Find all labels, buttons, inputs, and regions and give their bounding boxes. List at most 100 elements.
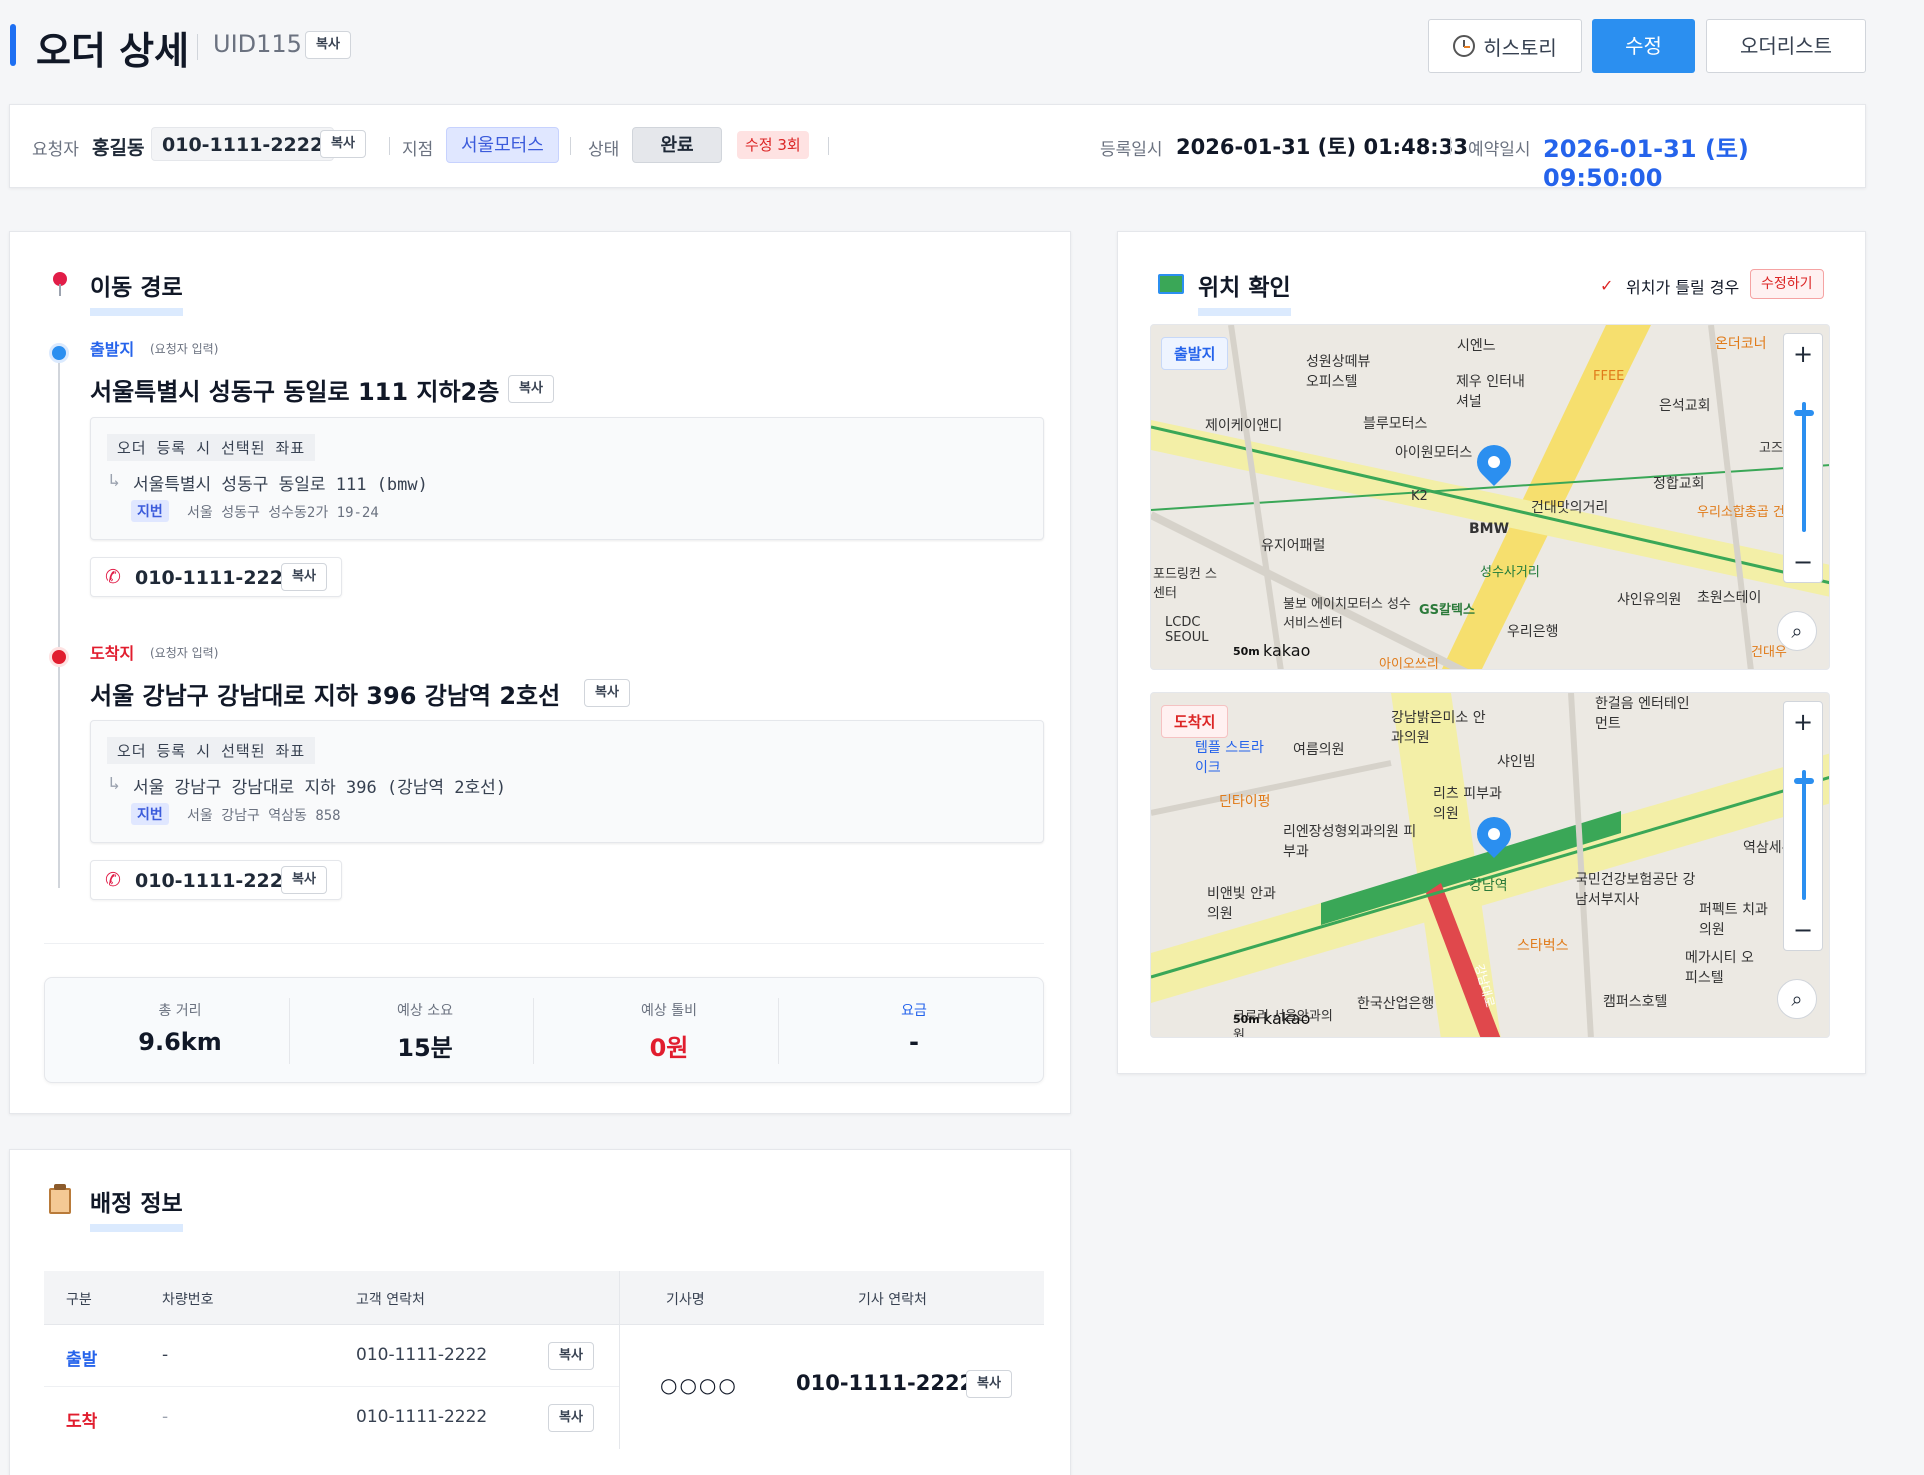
- row-type-origin: 출발: [66, 1350, 98, 1370]
- history-label: 히스토리: [1483, 35, 1557, 60]
- origin-map-tag: 출발지: [1161, 337, 1229, 370]
- zoom-slider[interactable]: [1802, 402, 1806, 532]
- order-list-button[interactable]: 오더리스트: [1706, 19, 1866, 73]
- destination-jibun-tag: 지번: [131, 803, 169, 825]
- phone-icon: ✆: [105, 869, 121, 891]
- destination-phone: 010-1111-2222: [135, 870, 297, 892]
- history-button[interactable]: 히스토리: [1428, 19, 1582, 73]
- destination-dot: [49, 647, 69, 667]
- origin-label: 출발지: [90, 340, 135, 359]
- requester-name: 홍길동: [92, 137, 145, 159]
- copy-requester-phone-button[interactable]: 복사: [320, 130, 366, 158]
- map-label: 비앤빛 안과의원: [1207, 886, 1276, 922]
- column-header: 차량번호: [162, 1292, 214, 1308]
- fix-location-button[interactable]: 수정하기: [1750, 269, 1824, 299]
- copy-destination-phone-button[interactable]: 복사: [281, 866, 327, 894]
- column-header: 기사명: [666, 1292, 705, 1308]
- stat-distance-value: 9.6km: [138, 1028, 222, 1056]
- map-label: 성원상떼뷰 오피스텔: [1306, 354, 1371, 390]
- destination-jibun-address: 서울 강남구 역삼동 858: [187, 808, 341, 824]
- destination-note: (요청자 입력): [150, 646, 219, 660]
- destination-coord-address: 서울 강남구 강남대로 지하 396 (강남역 2호선): [133, 778, 507, 798]
- map-label: 제이케이앤디: [1205, 418, 1283, 434]
- row-customer-phone: 010-1111-2222: [356, 1407, 488, 1427]
- map-label: 불보 에이치모터스 성수 서비스센터: [1283, 597, 1411, 631]
- clock-icon: [1453, 35, 1476, 57]
- order-info-bar: 요청자 홍길동 010-1111-2222 복사 지점 서울모터스 상태 완료 …: [9, 104, 1866, 192]
- copy-uid-button[interactable]: 복사: [305, 31, 351, 59]
- copy-row-phone-button[interactable]: 복사: [548, 1342, 594, 1370]
- status-label: 상태: [588, 140, 620, 160]
- origin-note: (요청자 입력): [150, 342, 219, 356]
- requester-phone: 010-1111-2222: [151, 127, 335, 161]
- clipboard-icon: [49, 1188, 71, 1214]
- copy-driver-phone-button[interactable]: 복사: [966, 1370, 1012, 1398]
- destination-map[interactable]: 도착지 강남밝은미소 안과의원 한걸음 엔터테인먼트 템플 스트라이크 여름의원…: [1150, 692, 1830, 1038]
- map-label: 리츠 피부과의원: [1433, 786, 1502, 822]
- zoom-out-button[interactable]: −: [1784, 542, 1822, 582]
- edit-count-badge: 수정 3회: [737, 131, 809, 159]
- map-label: 성수사거리: [1480, 565, 1540, 580]
- destination-map-tag: 도착지: [1161, 705, 1229, 738]
- map-scale-label: 50m: [1233, 1013, 1260, 1026]
- column-header: 구분: [66, 1292, 92, 1308]
- copy-destination-address-button[interactable]: 복사: [584, 679, 630, 707]
- location-section-title: 위치 확인: [1198, 268, 1291, 316]
- map-label: 고즈: [1759, 441, 1783, 456]
- map-label: 샤인유의원: [1617, 592, 1682, 608]
- map-label: GS칼텍스: [1419, 603, 1475, 618]
- branch-badge: 서울모터스: [446, 127, 559, 163]
- zoom-search-icon[interactable]: ⌕: [1777, 611, 1817, 651]
- map-label: 온더코너: [1715, 336, 1767, 352]
- edit-button[interactable]: 수정: [1592, 19, 1695, 73]
- branch-label: 지점: [402, 140, 434, 160]
- route-section-title: 이동 경로: [90, 268, 183, 316]
- copy-origin-address-button[interactable]: 복사: [508, 375, 554, 403]
- location-card: 위치 확인 ✓ 위치가 틀릴 경우 수정하기 출발지 성원상떼뷰 오피스텔 시엔…: [1117, 231, 1866, 1074]
- registered-datetime: 2026-01-31 (토) 01:48:33: [1176, 135, 1468, 159]
- map-scale-label: 50m: [1233, 645, 1260, 658]
- origin-map[interactable]: 출발지 성원상떼뷰 오피스텔 시엔느 제우 인터내셔널 블루모터스 제이케이앤디…: [1150, 324, 1830, 670]
- map-label: 퍼펙트 치과의원: [1699, 902, 1768, 938]
- order-uid: UID115: [213, 30, 302, 58]
- map-label: 시엔느: [1457, 338, 1496, 354]
- map-label: 샤인빔: [1497, 754, 1536, 770]
- stat-fare-value: -: [909, 1028, 919, 1056]
- destination-phone-pill: ✆ 010-1111-2222 복사: [90, 860, 342, 900]
- status-badge: 완료: [632, 127, 722, 163]
- destination-label: 도착지: [90, 644, 135, 663]
- zoom-in-button[interactable]: +: [1784, 702, 1822, 742]
- zoom-out-button[interactable]: −: [1784, 910, 1822, 950]
- dispatch-section-title: 배정 정보: [90, 1184, 183, 1232]
- phone-icon: ✆: [105, 566, 121, 588]
- stat-fare-label: 요금: [901, 1003, 927, 1019]
- map-label: K2: [1411, 489, 1428, 504]
- column-header: 기사 연락처: [858, 1292, 927, 1308]
- map-label: 리엔장성형외과의원 피부과: [1283, 824, 1417, 860]
- zoom-slider[interactable]: [1802, 770, 1806, 900]
- map-label: LCDC SEOUL: [1165, 615, 1209, 645]
- origin-jibun-tag: 지번: [131, 500, 169, 522]
- destination-coord-box: 오더 등록 시 선택된 좌표 ↳ 서울 강남구 강남대로 지하 396 (강남역…: [90, 720, 1044, 843]
- driver-phone: 010-1111-2222: [796, 1371, 975, 1395]
- copy-row-phone-button[interactable]: 복사: [548, 1404, 594, 1432]
- zoom-in-button[interactable]: +: [1784, 334, 1822, 374]
- row-customer-phone: 010-1111-2222: [356, 1345, 488, 1365]
- map-label: 강남밝은미소 안과의원: [1391, 710, 1486, 746]
- route-stats: 총 거리 9.6km 예상 소요 15분 예상 톨비 0원 요금 -: [44, 977, 1044, 1083]
- destination-coord-tag: 오더 등록 시 선택된 좌표: [107, 737, 316, 764]
- origin-coord-address: 서울특별시 성동구 동일로 111 (bmw): [133, 475, 428, 495]
- origin-coord-tag: 오더 등록 시 선택된 좌표: [107, 434, 316, 461]
- map-icon: [1158, 274, 1184, 294]
- origin-coord-box: 오더 등록 시 선택된 좌표 ↳ 서울특별시 성동구 동일로 111 (bmw)…: [90, 417, 1044, 540]
- origin-jibun-address: 서울 성동구 성수동2가 19-24: [187, 505, 379, 521]
- route-card: 이동 경로 출발지 (요청자 입력) 서울특별시 성동구 동일로 111 지하2…: [9, 231, 1071, 1114]
- map-label: 캠퍼스호텔: [1603, 994, 1668, 1010]
- origin-phone: 010-1111-2222: [135, 567, 297, 589]
- copy-origin-phone-button[interactable]: 복사: [281, 563, 327, 591]
- map-label: 제우 인터내셔널: [1456, 374, 1525, 410]
- map-label: 유지어패럴: [1261, 538, 1326, 554]
- destination-zoom-control: + −: [1783, 701, 1823, 951]
- map-label: 메가시티 오피스텔: [1685, 950, 1754, 986]
- zoom-search-icon[interactable]: ⌕: [1777, 979, 1817, 1019]
